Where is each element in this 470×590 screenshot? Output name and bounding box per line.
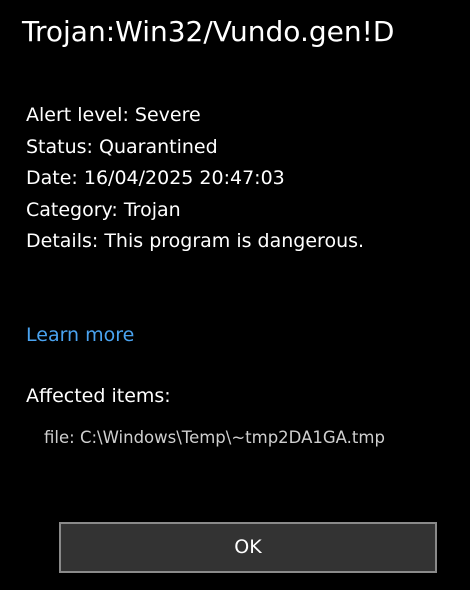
affected-items-heading: Affected items: xyxy=(26,385,171,407)
details-value: This program is dangerous. xyxy=(104,230,365,252)
alert-level-value: Severe xyxy=(134,104,201,126)
date-label: Date: xyxy=(26,167,78,189)
alert-level-label: Alert level: xyxy=(26,104,129,126)
learn-more-link[interactable]: Learn more xyxy=(26,320,134,350)
affected-item-file: file: C:\Windows\Temp\~tmp2DA1GA.tmp xyxy=(44,424,385,452)
detail-row-status: Status: Quarantined xyxy=(26,132,364,164)
affected-item-path: C:\Windows\Temp\~tmp2DA1GA.tmp xyxy=(79,428,385,447)
detail-row-category: Category: Trojan xyxy=(26,195,364,227)
date-value: 16/04/2025 20:47:03 xyxy=(83,167,285,189)
threat-name-title: Trojan:Win32/Vundo.gen!D xyxy=(22,15,395,48)
category-value: Trojan xyxy=(123,198,181,221)
details-label: Details: xyxy=(26,230,99,252)
status-label: Status: xyxy=(26,135,93,158)
detail-row-date: Date: 16/04/2025 20:47:03 xyxy=(26,163,364,195)
affected-item-type: file: xyxy=(44,428,75,447)
threat-details-list: Alert level: Severe Status: Quarantined … xyxy=(26,100,364,258)
ok-button[interactable]: OK xyxy=(59,522,437,573)
detail-row-details: Details: This program is dangerous. xyxy=(26,226,364,258)
category-label: Category: xyxy=(26,198,118,221)
status-value: Quarantined xyxy=(99,135,218,158)
detail-row-alert-level: Alert level: Severe xyxy=(26,100,364,132)
